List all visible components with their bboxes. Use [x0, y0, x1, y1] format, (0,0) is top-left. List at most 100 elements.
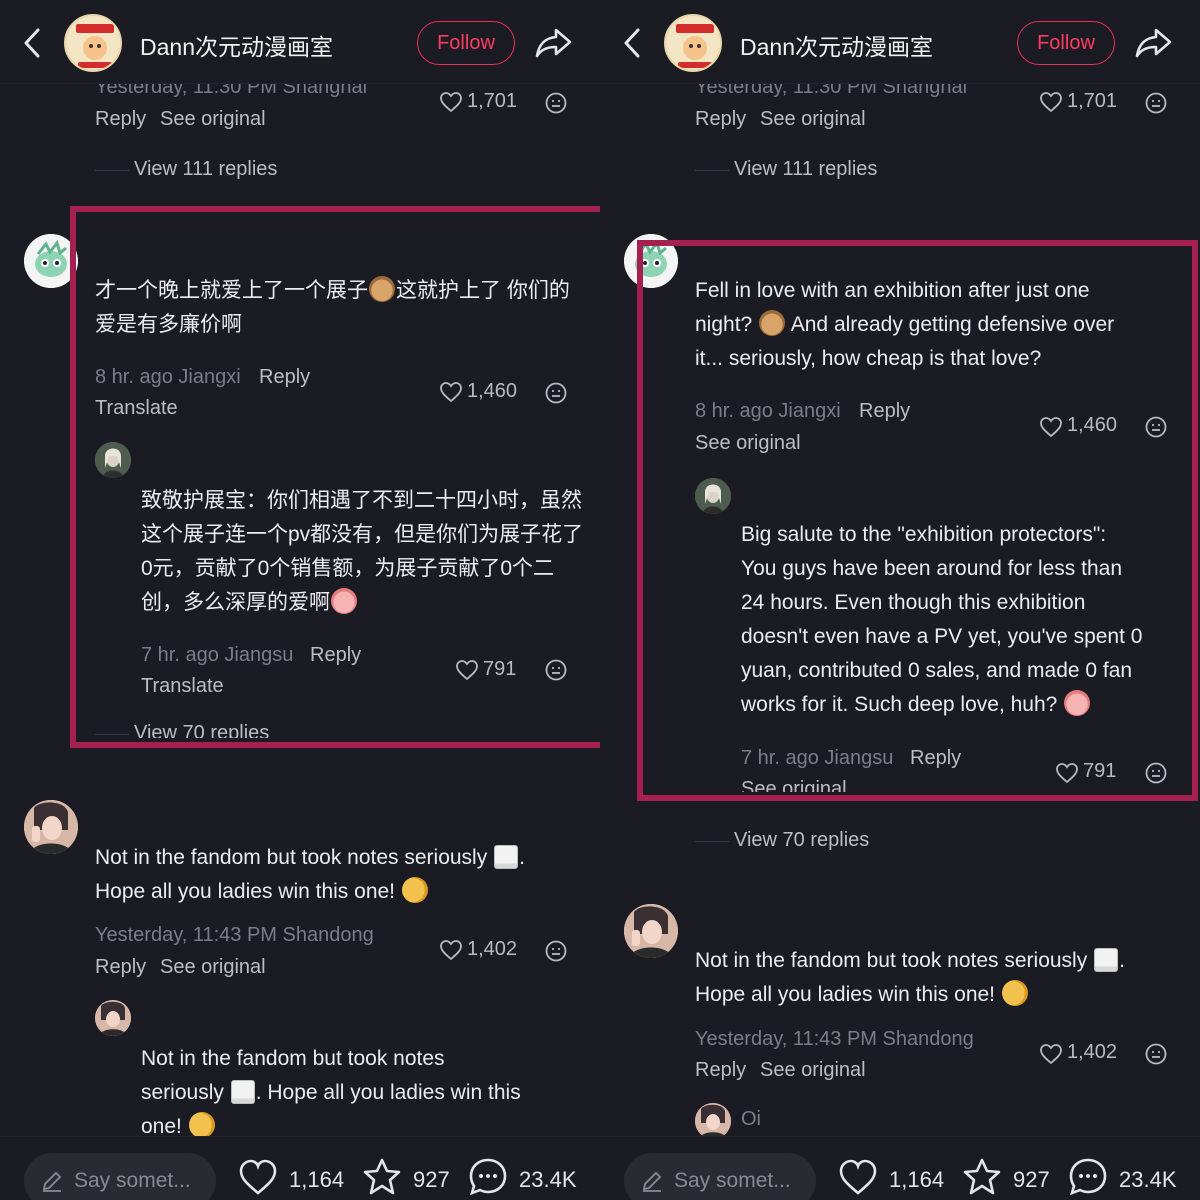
like-count: 1,701: [467, 90, 518, 112]
see-original-link[interactable]: See original: [160, 108, 266, 131]
cat-emoji-icon: [369, 276, 395, 302]
heart-icon[interactable]: [1039, 1042, 1063, 1066]
comment-input[interactable]: Say somet...: [24, 1153, 216, 1200]
dislike-icon[interactable]: [1144, 91, 1168, 115]
follow-label: Follow: [437, 31, 495, 54]
flexed-biceps-emoji-icon: [401, 877, 428, 903]
view-replies-link[interactable]: View 70 replies: [734, 829, 869, 852]
view-replies-link[interactable]: View 70 replies: [134, 722, 269, 738]
dislike-icon[interactable]: [1144, 415, 1168, 439]
back-icon[interactable]: [620, 26, 646, 60]
reply-text: works for it. Such deep love, huh?: [741, 688, 1091, 722]
memo-emoji-icon: [494, 845, 519, 869]
comment-input-placeholder: Say somet...: [674, 1169, 791, 1192]
avatar[interactable]: [624, 234, 678, 288]
comment-meta: 8 hr. ago Jiangxi: [695, 400, 841, 422]
share-icon[interactable]: [1134, 24, 1174, 60]
channel-avatar[interactable]: [64, 14, 122, 72]
like-count: 1,402: [1067, 1041, 1118, 1063]
reply-link[interactable]: Reply: [95, 108, 146, 131]
see-original-link[interactable]: See original: [760, 1059, 866, 1082]
reply-text: Not in the fandom but took notes: [141, 1047, 445, 1070]
avatar[interactable]: [624, 904, 678, 958]
divider: [95, 170, 129, 171]
heart-icon[interactable]: [439, 380, 463, 404]
channel-name[interactable]: Dann次元动漫画室: [140, 28, 333, 62]
avatar[interactable]: [95, 1000, 131, 1036]
dislike-icon[interactable]: [544, 381, 568, 405]
avatar[interactable]: [24, 234, 78, 288]
comment-text: Not in the fandom but took notes serious…: [95, 845, 525, 869]
like-total: 1,164: [889, 1167, 945, 1192]
channel-name[interactable]: Dann次元动漫画室: [740, 28, 933, 62]
see-original-link[interactable]: See original: [695, 432, 801, 455]
comment-total: 23.4K: [519, 1167, 577, 1192]
star-icon[interactable]: [962, 1157, 1002, 1197]
like-count: 1,460: [1067, 414, 1118, 436]
avatar[interactable]: [695, 1103, 731, 1139]
left-panel: Dann次元动漫画室 Follow Yesterday, 11:30 PM Sh…: [0, 0, 600, 1200]
reply-link[interactable]: Reply: [859, 400, 910, 423]
favorite-total: 927: [413, 1167, 450, 1192]
reply-link[interactable]: Reply: [910, 747, 961, 770]
reply-link[interactable]: Reply: [310, 644, 361, 667]
channel-avatar[interactable]: [664, 14, 722, 72]
like-count: 791: [483, 658, 517, 680]
share-icon[interactable]: [534, 24, 574, 60]
comment-icon[interactable]: [1068, 1157, 1108, 1197]
reply-username[interactable]: Oi: [741, 1108, 761, 1131]
heart-icon[interactable]: [439, 90, 463, 114]
reply-link[interactable]: Reply: [259, 366, 310, 389]
divider: [95, 734, 129, 735]
follow-button[interactable]: Follow: [1017, 21, 1115, 65]
view-replies-link[interactable]: View 111 replies: [734, 158, 877, 181]
like-count: 1,701: [1067, 90, 1118, 112]
dislike-icon[interactable]: [1144, 1042, 1168, 1066]
comment-text: Not in the fandom but took notes serious…: [695, 948, 1125, 972]
reply-link[interactable]: Reply: [95, 956, 146, 979]
header: Dann次元动漫画室 Follow: [0, 0, 600, 84]
translate-link[interactable]: Translate: [141, 675, 224, 698]
like-count: 791: [1083, 760, 1117, 782]
dislike-icon[interactable]: [544, 91, 568, 115]
avatar[interactable]: [24, 800, 78, 854]
translate-link[interactable]: Translate: [95, 397, 178, 420]
comment-input[interactable]: Say somet...: [624, 1153, 816, 1200]
see-original-link[interactable]: See original: [160, 956, 266, 979]
like-icon[interactable]: [238, 1157, 278, 1197]
dislike-icon[interactable]: [544, 658, 568, 682]
view-replies-link[interactable]: View 111 replies: [134, 158, 277, 181]
header: Dann次元动漫画室 Follow: [600, 0, 1200, 84]
reply-link[interactable]: Reply: [695, 1059, 746, 1082]
star-icon[interactable]: [362, 1157, 402, 1197]
comment-meta: Yesterday, 11:43 PM Shandong: [695, 1028, 974, 1050]
dislike-icon[interactable]: [544, 939, 568, 963]
reply-text: Big salute to the "exhibition protectors…: [741, 523, 1107, 546]
comment-text: Hope all you ladies win this one!: [95, 875, 429, 909]
back-icon[interactable]: [20, 26, 46, 60]
see-original-link[interactable]: See original: [741, 778, 847, 792]
heart-icon[interactable]: [1039, 415, 1063, 439]
divider: [695, 170, 729, 171]
comment-text: Fell in love with an exhibition after ju…: [695, 279, 1090, 302]
dislike-icon[interactable]: [1144, 761, 1168, 785]
reply-text: You guys have been around for less than: [741, 557, 1123, 580]
follow-button[interactable]: Follow: [417, 21, 515, 65]
heart-icon[interactable]: [455, 658, 479, 682]
right-panel: Dann次元动漫画室 Follow Yesterday, 11:30 PM Sh…: [600, 0, 1200, 1200]
heart-icon[interactable]: [439, 938, 463, 962]
comment-text: 爱是有多廉价啊: [95, 313, 242, 336]
avatar[interactable]: [695, 478, 731, 514]
reply-link[interactable]: Reply: [695, 108, 746, 131]
flexed-biceps-emoji-icon: [1001, 980, 1028, 1006]
heart-icon[interactable]: [1055, 761, 1079, 785]
like-icon[interactable]: [838, 1157, 878, 1197]
see-original-link[interactable]: See original: [760, 108, 866, 131]
comment-text: 才一个晚上就爱上了一个展子 这就护上了 你们的: [95, 274, 570, 308]
comment-icon[interactable]: [468, 1157, 508, 1197]
like-total: 1,164: [289, 1167, 345, 1192]
heart-icon[interactable]: [1039, 90, 1063, 114]
reply-text: 创，多么深厚的爱啊: [141, 586, 358, 620]
avatar[interactable]: [95, 442, 131, 478]
bottom-bar: Say somet... 1,164 927 23.4K: [600, 1136, 1200, 1200]
